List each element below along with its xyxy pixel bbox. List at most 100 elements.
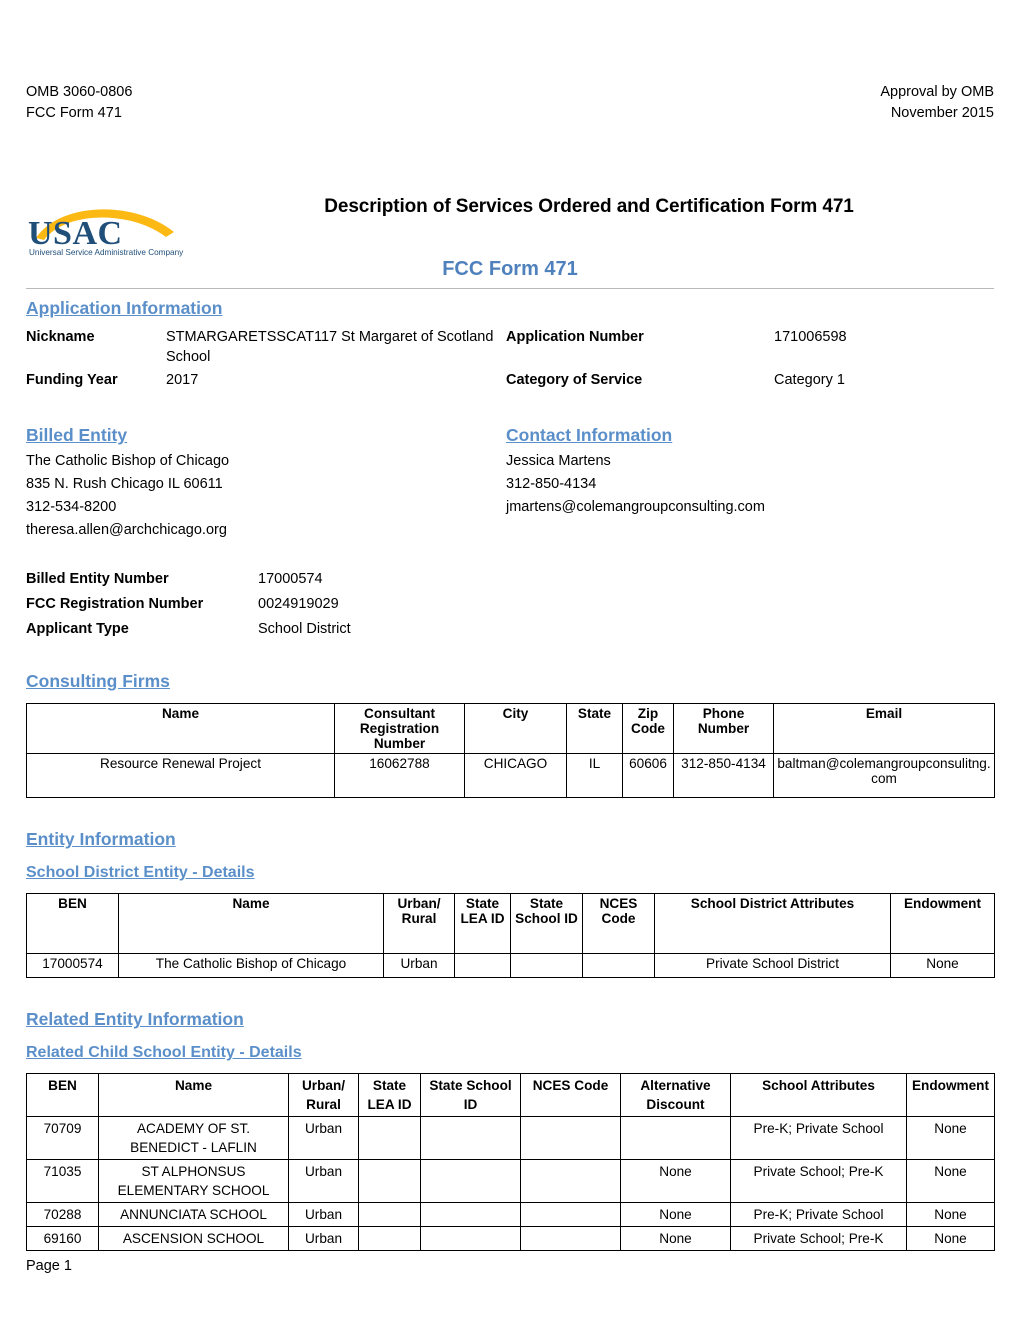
related-child-school-entity-heading: Related Child School Entity - Details <box>26 1044 302 1061</box>
cell-ben: 71035 <box>26 1159 99 1203</box>
col-ben: BEN <box>26 1073 99 1117</box>
table-row: 69160 ASCENSION SCHOOL Urban None Privat… <box>26 1226 995 1251</box>
applicant-type-value: School District <box>258 621 351 637</box>
col-nces-code: NCES Code <box>582 893 655 954</box>
application-information-grid: Nickname STMARGARETSSCAT117 St Margaret … <box>26 327 994 390</box>
school-district-entity-heading: School District Entity - Details <box>26 864 255 881</box>
col-state-lea-id: State LEA ID <box>358 1073 421 1117</box>
school-district-entity-table: BEN Name Urban/ Rural State LEA ID State… <box>26 893 995 978</box>
col-name: Name <box>118 893 384 954</box>
cell-state-school-id <box>420 1202 521 1227</box>
cell-name: ASCENSION SCHOOL <box>98 1226 289 1251</box>
cell-attributes: Private School District <box>654 953 891 978</box>
col-state: State <box>566 703 623 754</box>
contact-name: Jessica Martens <box>506 453 611 469</box>
related-entity-information-section: Related Entity Information Related Child… <box>26 1000 995 1251</box>
cell-state-lea-id <box>358 1202 421 1227</box>
cell-state-school-id <box>420 1159 521 1203</box>
cell-alternative-discount <box>620 1116 731 1160</box>
cell-ben: 70709 <box>26 1116 99 1160</box>
category-of-service-label: Category of Service <box>506 372 643 388</box>
cell-endowment: None <box>906 1202 995 1227</box>
billed-entity-name: The Catholic Bishop of Chicago <box>26 453 230 469</box>
cell-alternative-discount: None <box>620 1226 731 1251</box>
col-alternative-discount: Alternative Discount <box>620 1073 731 1117</box>
col-endowment: Endowment <box>906 1073 995 1117</box>
col-school-district-attributes: School District Attributes <box>654 893 891 954</box>
related-entity-information-heading: Related Entity Information <box>26 1009 244 1029</box>
entity-information-heading: Entity Information <box>26 829 176 849</box>
col-city: City <box>464 703 567 754</box>
cell-state-lea-id <box>358 1159 421 1203</box>
nickname-value: STMARGARETSSCAT117 St Margaret of Scotla… <box>166 329 494 365</box>
col-nces-code: NCES Code <box>520 1073 621 1117</box>
cell-school-attributes: Private School; Pre-K <box>730 1226 907 1251</box>
applicant-type-label: Applicant Type <box>26 621 129 637</box>
cell-ben: 17000574 <box>26 953 119 978</box>
cell-urban-rural: Urban <box>383 953 455 978</box>
table-row: Resource Renewal Project 16062788 CHICAG… <box>26 753 995 798</box>
cell-nces-code <box>520 1159 621 1203</box>
omb-meta-row-2: FCC Form 471 November 2015 <box>26 103 994 124</box>
consulting-firms-table: Name Consultant Registration Number City… <box>26 703 995 798</box>
cell-nces-code <box>520 1116 621 1160</box>
category-of-service-value: Category 1 <box>774 372 845 388</box>
cell-state-lea-id <box>358 1226 421 1251</box>
cell-state-lea-id <box>358 1116 421 1160</box>
col-urban-rural: Urban/ Rural <box>288 1073 359 1117</box>
funding-year-value: 2017 <box>166 372 199 388</box>
cell-endowment: None <box>906 1226 995 1251</box>
col-ben: BEN <box>26 893 119 954</box>
cell-alternative-discount: None <box>620 1202 731 1227</box>
omb-number: OMB 3060-0806 <box>26 84 133 100</box>
billed-entity-heading: Billed Entity <box>26 425 128 445</box>
col-zip-code: Zip Code <box>622 703 674 754</box>
cell-registration-number: 16062788 <box>334 753 465 798</box>
funding-year-label: Funding Year <box>26 372 118 388</box>
omb-approval: Approval by OMB <box>880 84 994 100</box>
entity-numbers-grid: Billed Entity Number 17000574 FCC Regist… <box>26 569 994 640</box>
table-header-row: BEN Name Urban/ Rural State LEA ID State… <box>26 893 995 954</box>
cell-name: ST ALPHONSUS ELEMENTARY SCHOOL <box>98 1159 289 1203</box>
cell-state: IL <box>566 753 623 798</box>
document-title: Description of Services Ordered and Cert… <box>324 196 854 217</box>
col-state-school-id: State School ID <box>420 1073 521 1117</box>
table-header-row: BEN Name Urban/ Rural State LEA ID State… <box>26 1073 995 1117</box>
application-information-section: Application Information Nickname STMARGA… <box>26 289 994 390</box>
application-number-label: Application Number <box>506 329 644 345</box>
cell-urban-rural: Urban <box>288 1202 359 1227</box>
related-child-school-entity-table: BEN Name Urban/ Rural State LEA ID State… <box>26 1073 995 1251</box>
cell-nces-code <box>520 1202 621 1227</box>
cell-endowment: None <box>906 1116 995 1160</box>
col-name: Name <box>98 1073 289 1117</box>
nickname-label: Nickname <box>26 329 95 345</box>
cell-school-attributes: Pre-K; Private School <box>730 1116 907 1160</box>
cell-school-attributes: Pre-K; Private School <box>730 1202 907 1227</box>
page-content: OMB 3060-0806 Approval by OMB FCC Form 4… <box>26 82 995 1251</box>
cell-urban-rural: Urban <box>288 1159 359 1203</box>
cell-school-attributes: Private School; Pre-K <box>730 1159 907 1203</box>
svg-text:Universal Service Administrati: Universal Service Administrative Company <box>29 248 184 257</box>
cell-name: ANNUNCIATA SCHOOL <box>98 1202 289 1227</box>
application-number-value: 171006598 <box>774 329 847 345</box>
cell-nces-code <box>582 953 655 978</box>
col-phone-number: Phone Number <box>673 703 774 754</box>
contact-information-column: Contact Information Jessica Martens 312-… <box>506 416 994 542</box>
billed-entity-phone: 312-534-8200 <box>26 499 117 515</box>
table-row: 17000574 The Catholic Bishop of Chicago … <box>26 953 995 978</box>
cell-name: ACADEMY OF ST. BENEDICT - LAFLIN <box>98 1116 289 1160</box>
table-row: 70288 ANNUNCIATA SCHOOL Urban None Pre-K… <box>26 1202 995 1227</box>
contact-phone: 312-850-4134 <box>506 476 597 492</box>
cell-urban-rural: Urban <box>288 1226 359 1251</box>
billed-entity-number-label: Billed Entity Number <box>26 571 169 587</box>
cell-ben: 69160 <box>26 1226 99 1251</box>
consulting-firms-heading: Consulting Firms <box>26 671 170 691</box>
billed-entity-lines: The Catholic Bishop of Chicago 835 N. Ru… <box>26 450 506 542</box>
col-endowment: Endowment <box>890 893 995 954</box>
masthead: USAC Universal Service Administrative Co… <box>26 134 994 257</box>
cell-nces-code <box>520 1226 621 1251</box>
billed-entity-number-value: 17000574 <box>258 571 323 587</box>
